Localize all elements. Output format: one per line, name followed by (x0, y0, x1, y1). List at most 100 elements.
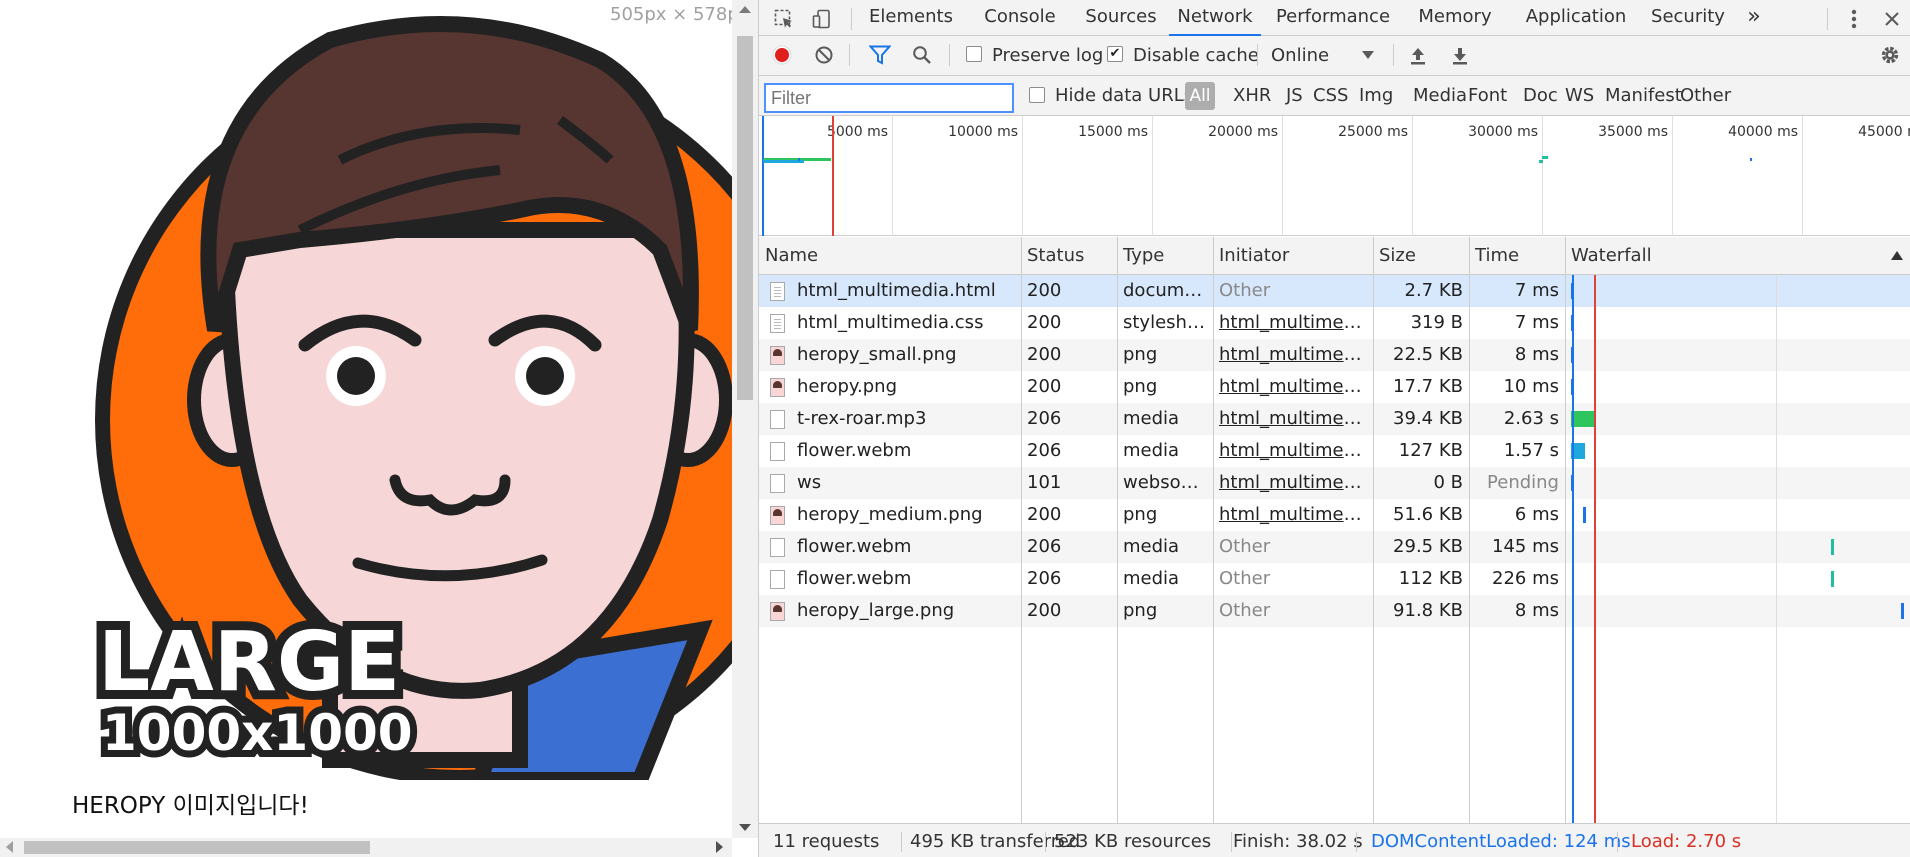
scroll-right-arrow-icon[interactable] (716, 841, 723, 853)
column-divider[interactable] (1021, 237, 1022, 823)
sort-ascending-icon[interactable] (1891, 251, 1903, 260)
hero-large-text: LARGE (98, 615, 400, 710)
tab-sources[interactable]: Sources (1079, 0, 1163, 36)
vertical-scroll-thumb[interactable] (737, 36, 753, 400)
column-divider[interactable] (1469, 237, 1470, 823)
cell-type: png (1123, 600, 1158, 621)
cell-initiator[interactable]: html_multimedia... (1213, 403, 1373, 435)
horizontal-scroll-thumb[interactable] (24, 841, 370, 854)
request-row[interactable]: heropy.png 200 png html_multimedia... 17.7 K… (759, 371, 1910, 403)
column-divider[interactable] (1565, 237, 1566, 823)
filter-type-js[interactable]: JS (1286, 86, 1303, 106)
network-settings-gear-icon[interactable] (1879, 44, 1901, 66)
request-row[interactable]: heropy_medium.png 200 png html_multimedia..… (759, 499, 1910, 531)
cell-status: 206 (1027, 568, 1062, 589)
cell-initiator: Other (1219, 600, 1271, 621)
throttling-select[interactable]: Online (1271, 46, 1329, 66)
tab-memory[interactable]: Memory (1407, 0, 1503, 36)
vertical-scrollbar[interactable] (732, 0, 758, 838)
disable-cache-checkbox[interactable]: ✔ (1107, 46, 1123, 62)
search-icon[interactable] (911, 44, 933, 66)
column-divider[interactable] (1373, 237, 1374, 823)
horizontal-scrollbar[interactable] (0, 838, 732, 857)
network-request-table: Name Status Type Initiator Size Time Waterfall… (759, 237, 1910, 823)
cell-time: 6 ms (1514, 504, 1559, 525)
cell-initiator[interactable]: html_multimedia... (1213, 339, 1373, 371)
column-header-name[interactable]: Name (759, 237, 1021, 275)
summary-separator (1356, 832, 1357, 852)
overview-gridline (892, 116, 893, 236)
column-divider[interactable] (1117, 237, 1118, 823)
request-row[interactable]: flower.webm 206 media Other 29.5 KB 145 ms (759, 531, 1910, 563)
column-header-time[interactable]: Time (1469, 237, 1565, 275)
preserve-log-label: Preserve log (992, 45, 1104, 66)
cell-initiator[interactable]: html_multimedia... (1213, 371, 1373, 403)
request-row[interactable]: html_multimedia.css 200 stylesheet html_mul… (759, 307, 1910, 339)
filter-type-xhr[interactable]: XHR (1233, 86, 1271, 106)
tab-security[interactable]: Security (1645, 0, 1731, 36)
disable-cache-label: Disable cache (1133, 45, 1259, 66)
request-row[interactable]: t-rex-roar.mp3 206 media html_multimedia...… (759, 403, 1910, 435)
waterfall-bar (1571, 411, 1595, 427)
summary-separator (1617, 832, 1618, 852)
tab-application[interactable]: Application (1515, 0, 1637, 36)
column-header-status[interactable]: Status (1021, 237, 1117, 275)
cell-time: 2.63 s (1503, 408, 1559, 429)
scroll-left-arrow-icon[interactable] (6, 841, 13, 853)
filter-type-doc[interactable]: Doc (1523, 86, 1558, 106)
request-row[interactable]: ws 101 websoc... html_multimedia... 0 B Pendi… (759, 467, 1910, 499)
cell-name: flower.webm (797, 568, 912, 589)
column-header-type[interactable]: Type (1117, 237, 1213, 275)
column-divider[interactable] (1213, 237, 1214, 823)
overview-gridline (1542, 116, 1543, 236)
request-row[interactable]: heropy_large.png 200 png Other 91.8 KB 8 ms (759, 595, 1910, 627)
toolbar-separator-4 (1393, 44, 1394, 66)
filter-type-manifest[interactable]: Manifest (1605, 86, 1682, 106)
close-devtools-icon[interactable] (1881, 8, 1903, 30)
cell-status: 200 (1027, 312, 1062, 333)
tab-console[interactable]: Console (977, 0, 1063, 36)
cell-initiator[interactable]: html_multimedia... (1213, 499, 1373, 531)
cell-type: media (1123, 440, 1180, 461)
tab-performance[interactable]: Performance (1269, 0, 1397, 36)
request-row[interactable]: html_multimedia.html 200 document Other 2.7 … (759, 275, 1910, 307)
filter-type-media[interactable]: Media (1413, 86, 1467, 106)
request-row[interactable]: flower.webm 206 media html_multimedia... 127… (759, 435, 1910, 467)
tab-elements[interactable]: Elements (865, 0, 957, 36)
hide-data-urls-checkbox[interactable] (1029, 87, 1045, 103)
cell-time: 7 ms (1514, 312, 1559, 333)
filter-type-img[interactable]: Img (1359, 86, 1393, 106)
request-row[interactable]: heropy_small.png 200 png html_multimedia...… (759, 339, 1910, 371)
record-icon[interactable] (771, 44, 793, 66)
scroll-down-arrow-icon[interactable] (739, 824, 751, 831)
filter-type-all[interactable]: All (1185, 82, 1215, 110)
import-har-icon[interactable] (1407, 44, 1429, 66)
export-har-icon[interactable] (1449, 44, 1471, 66)
device-toolbar-icon[interactable] (811, 8, 833, 30)
filter-type-css[interactable]: CSS (1313, 86, 1348, 106)
tab-network[interactable]: Network (1169, 0, 1261, 36)
cell-initiator[interactable]: html_multimedia... (1213, 307, 1373, 339)
cell-initiator[interactable]: html_multimedia... (1213, 467, 1373, 499)
inspect-element-icon[interactable] (773, 8, 795, 30)
preserve-log-checkbox[interactable] (966, 46, 982, 62)
column-header-size[interactable]: Size (1373, 237, 1469, 275)
filter-type-font[interactable]: Font (1468, 86, 1507, 106)
column-header-waterfall[interactable]: Waterfall (1565, 237, 1910, 275)
page-viewport: LARGE 1000x1000 505px × 578px HEROPY 이미지… (0, 0, 758, 857)
request-row[interactable]: flower.webm 206 media Other 112 KB 226 ms (759, 563, 1910, 595)
filter-input[interactable] (764, 83, 1014, 113)
column-header-initiator[interactable]: Initiator (1213, 237, 1373, 275)
network-overview-timeline[interactable]: 5000 ms 10000 ms 15000 ms 20000 ms 25000 ms 3… (759, 116, 1910, 236)
overview-request-mark (1750, 158, 1752, 161)
clear-icon[interactable] (813, 44, 835, 66)
more-tabs-icon[interactable]: » (1739, 0, 1769, 36)
filter-funnel-icon[interactable] (869, 44, 891, 66)
filter-type-ws[interactable]: WS (1565, 86, 1594, 106)
cell-initiator[interactable]: html_multimedia... (1213, 435, 1373, 467)
kebab-menu-icon[interactable] (1843, 8, 1865, 30)
chevron-down-icon[interactable] (1357, 44, 1379, 66)
cell-size: 127 KB (1398, 440, 1463, 461)
scroll-up-arrow-icon[interactable] (739, 6, 751, 13)
filter-type-other[interactable]: Other (1680, 86, 1731, 106)
